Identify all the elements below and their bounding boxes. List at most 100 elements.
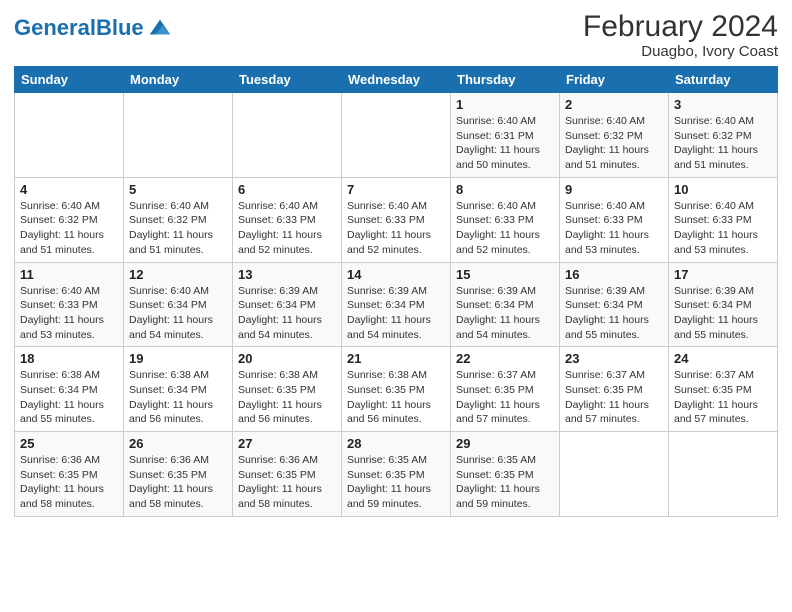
day-info: Sunrise: 6:38 AMSunset: 6:34 PMDaylight:…: [129, 368, 227, 427]
day-number: 1: [456, 97, 554, 112]
calendar-cell: 4 Sunrise: 6:40 AMSunset: 6:32 PMDaylight…: [15, 177, 124, 262]
calendar-cell: 11 Sunrise: 6:40 AMSunset: 6:33 PMDayligh…: [15, 262, 124, 347]
calendar-cell: 23 Sunrise: 6:37 AMSunset: 6:35 PMDayligh…: [560, 347, 669, 432]
header: GeneralBlue February 2024 Duagbo, Ivory …: [14, 10, 778, 60]
calendar-cell: 17Sunrise: 6:39 AMSunset: 6:34 PMDayligh…: [669, 262, 778, 347]
calendar-subtitle: Duagbo, Ivory Coast: [583, 43, 778, 60]
day-number: 13: [238, 267, 336, 282]
day-header-monday: Monday: [124, 67, 233, 93]
calendar-cell: 25 Sunrise: 6:36 AMSunset: 6:35 PMDayligh…: [15, 432, 124, 517]
day-number: 21: [347, 351, 445, 366]
day-info: Sunrise: 6:40 AMSunset: 6:31 PMDaylight:…: [456, 114, 554, 173]
day-info: Sunrise: 6:36 AMSunset: 6:35 PMDaylight:…: [129, 453, 227, 512]
calendar-cell: [669, 432, 778, 517]
day-number: 24: [674, 351, 772, 366]
day-number: 22: [456, 351, 554, 366]
day-info: Sunrise: 6:40 AMSunset: 6:33 PMDaylight:…: [456, 199, 554, 258]
day-info: Sunrise: 6:38 AMSunset: 6:35 PMDaylight:…: [238, 368, 336, 427]
day-info: Sunrise: 6:40 AMSunset: 6:32 PMDaylight:…: [20, 199, 118, 258]
day-info: Sunrise: 6:40 AMSunset: 6:32 PMDaylight:…: [565, 114, 663, 173]
calendar-cell: 8 Sunrise: 6:40 AMSunset: 6:33 PMDaylight…: [451, 177, 560, 262]
day-number: 20: [238, 351, 336, 366]
day-info: Sunrise: 6:40 AMSunset: 6:32 PMDaylight:…: [129, 199, 227, 258]
calendar-cell: 2 Sunrise: 6:40 AMSunset: 6:32 PMDaylight…: [560, 93, 669, 178]
calendar-cell: 10 Sunrise: 6:40 AMSunset: 6:33 PMDayligh…: [669, 177, 778, 262]
day-number: 4: [20, 182, 118, 197]
day-info: Sunrise: 6:40 AMSunset: 6:33 PMDaylight:…: [674, 199, 772, 258]
calendar-cell: [233, 93, 342, 178]
day-info: Sunrise: 6:40 AMSunset: 6:33 PMDaylight:…: [347, 199, 445, 258]
day-info: Sunrise: 6:36 AMSunset: 6:35 PMDaylight:…: [238, 453, 336, 512]
calendar-cell: 19 Sunrise: 6:38 AMSunset: 6:34 PMDayligh…: [124, 347, 233, 432]
logo: GeneralBlue: [14, 14, 174, 42]
day-info: Sunrise: 6:39 AMSunset: 6:34 PMDaylight:…: [238, 284, 336, 343]
calendar-cell: 21Sunrise: 6:38 AMSunset: 6:35 PMDayligh…: [342, 347, 451, 432]
day-number: 18: [20, 351, 118, 366]
day-info: Sunrise: 6:35 AMSunset: 6:35 PMDaylight:…: [456, 453, 554, 512]
calendar-cell: 29Sunrise: 6:35 AMSunset: 6:35 PMDayligh…: [451, 432, 560, 517]
week-row-5: 25 Sunrise: 6:36 AMSunset: 6:35 PMDayligh…: [15, 432, 778, 517]
calendar-cell: 7 Sunrise: 6:40 AMSunset: 6:33 PMDaylight…: [342, 177, 451, 262]
day-info: Sunrise: 6:36 AMSunset: 6:35 PMDaylight:…: [20, 453, 118, 512]
day-number: 23: [565, 351, 663, 366]
day-info: Sunrise: 6:39 AMSunset: 6:34 PMDaylight:…: [674, 284, 772, 343]
day-info: Sunrise: 6:40 AMSunset: 6:33 PMDaylight:…: [565, 199, 663, 258]
day-number: 3: [674, 97, 772, 112]
day-info: Sunrise: 6:40 AMSunset: 6:33 PMDaylight:…: [20, 284, 118, 343]
day-number: 16: [565, 267, 663, 282]
calendar-cell: 13 Sunrise: 6:39 AMSunset: 6:34 PMDayligh…: [233, 262, 342, 347]
calendar-cell: [124, 93, 233, 178]
calendar-title: February 2024: [583, 10, 778, 43]
title-block: February 2024 Duagbo, Ivory Coast: [583, 10, 778, 60]
calendar-cell: [560, 432, 669, 517]
day-number: 15: [456, 267, 554, 282]
logo-blue: Blue: [96, 15, 144, 40]
day-number: 28: [347, 436, 445, 451]
day-number: 8: [456, 182, 554, 197]
calendar-cell: [342, 93, 451, 178]
day-header-saturday: Saturday: [669, 67, 778, 93]
calendar-cell: 9Sunrise: 6:40 AMSunset: 6:33 PMDaylight…: [560, 177, 669, 262]
calendar-cell: 3 Sunrise: 6:40 AMSunset: 6:32 PMDaylight…: [669, 93, 778, 178]
day-info: Sunrise: 6:38 AMSunset: 6:34 PMDaylight:…: [20, 368, 118, 427]
day-number: 26: [129, 436, 227, 451]
calendar-cell: 5 Sunrise: 6:40 AMSunset: 6:32 PMDaylight…: [124, 177, 233, 262]
calendar-table: SundayMondayTuesdayWednesdayThursdayFrid…: [14, 66, 778, 517]
page: GeneralBlue February 2024 Duagbo, Ivory …: [0, 0, 792, 612]
day-number: 11: [20, 267, 118, 282]
calendar-cell: 1 Sunrise: 6:40 AMSunset: 6:31 PMDaylight…: [451, 93, 560, 178]
calendar-cell: 6 Sunrise: 6:40 AMSunset: 6:33 PMDaylight…: [233, 177, 342, 262]
week-row-3: 11 Sunrise: 6:40 AMSunset: 6:33 PMDayligh…: [15, 262, 778, 347]
day-info: Sunrise: 6:35 AMSunset: 6:35 PMDaylight:…: [347, 453, 445, 512]
day-info: Sunrise: 6:40 AMSunset: 6:32 PMDaylight:…: [674, 114, 772, 173]
calendar-cell: 14Sunrise: 6:39 AMSunset: 6:34 PMDayligh…: [342, 262, 451, 347]
day-header-friday: Friday: [560, 67, 669, 93]
logo-text: GeneralBlue: [14, 17, 144, 39]
week-row-1: 1 Sunrise: 6:40 AMSunset: 6:31 PMDaylight…: [15, 93, 778, 178]
logo-general: General: [14, 15, 96, 40]
day-number: 25: [20, 436, 118, 451]
day-info: Sunrise: 6:37 AMSunset: 6:35 PMDaylight:…: [565, 368, 663, 427]
calendar-cell: 16 Sunrise: 6:39 AMSunset: 6:34 PMDayligh…: [560, 262, 669, 347]
day-number: 6: [238, 182, 336, 197]
logo-icon: [146, 14, 174, 42]
calendar-cell: 20 Sunrise: 6:38 AMSunset: 6:35 PMDayligh…: [233, 347, 342, 432]
day-header-wednesday: Wednesday: [342, 67, 451, 93]
day-number: 14: [347, 267, 445, 282]
calendar-cell: 28 Sunrise: 6:35 AMSunset: 6:35 PMDayligh…: [342, 432, 451, 517]
day-number: 5: [129, 182, 227, 197]
calendar-cell: 22 Sunrise: 6:37 AMSunset: 6:35 PMDayligh…: [451, 347, 560, 432]
day-number: 27: [238, 436, 336, 451]
day-number: 7: [347, 182, 445, 197]
calendar-cell: 15Sunrise: 6:39 AMSunset: 6:34 PMDayligh…: [451, 262, 560, 347]
day-info: Sunrise: 6:39 AMSunset: 6:34 PMDaylight:…: [565, 284, 663, 343]
day-number: 2: [565, 97, 663, 112]
day-header-tuesday: Tuesday: [233, 67, 342, 93]
day-number: 19: [129, 351, 227, 366]
day-info: Sunrise: 6:40 AMSunset: 6:34 PMDaylight:…: [129, 284, 227, 343]
day-info: Sunrise: 6:40 AMSunset: 6:33 PMDaylight:…: [238, 199, 336, 258]
day-number: 12: [129, 267, 227, 282]
day-number: 10: [674, 182, 772, 197]
day-header-thursday: Thursday: [451, 67, 560, 93]
day-info: Sunrise: 6:37 AMSunset: 6:35 PMDaylight:…: [456, 368, 554, 427]
